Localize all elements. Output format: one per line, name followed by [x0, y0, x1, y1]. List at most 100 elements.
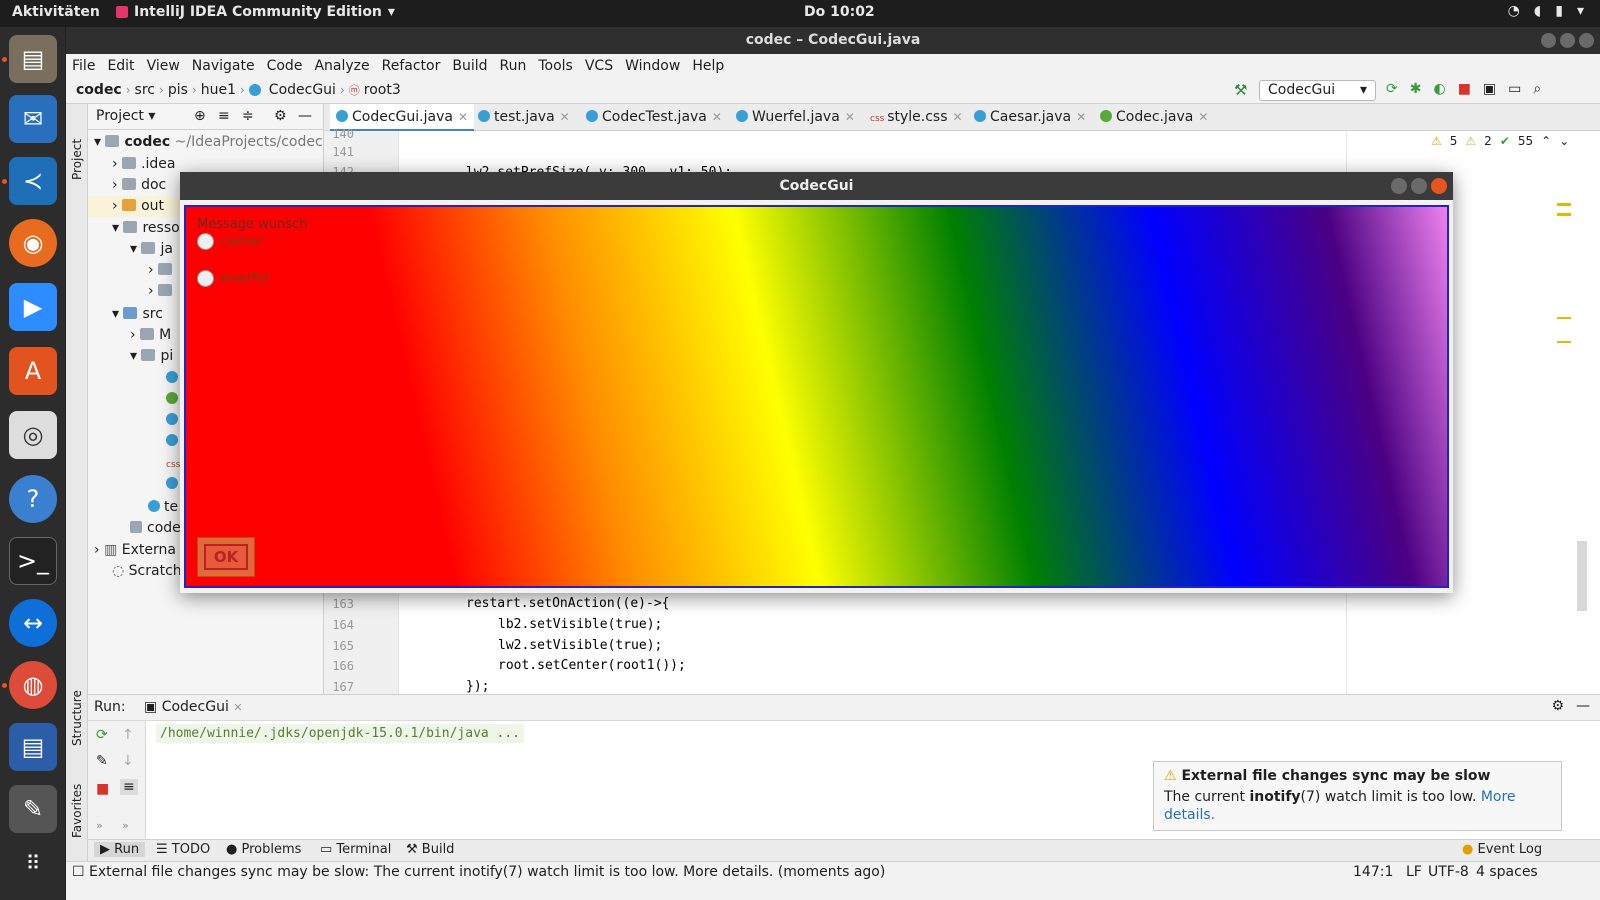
breadcrumb-pis[interactable]: pis [168, 82, 188, 98]
rerun-icon[interactable]: ⟳ [96, 727, 108, 743]
menu-code[interactable]: Code [267, 54, 309, 78]
rerun-icon[interactable]: ⟳ [1386, 81, 1398, 97]
editor-scrollbar[interactable] [1577, 541, 1587, 611]
terminal-icon[interactable]: >_ [9, 537, 57, 585]
stop-icon[interactable]: ■ [96, 781, 109, 797]
show-apps-icon[interactable]: ⠿ [9, 839, 57, 887]
help-icon[interactable]: ? [9, 475, 57, 523]
tab-test[interactable]: test.java ✕ [472, 104, 576, 131]
activities-button[interactable]: Aktivitäten [12, 4, 100, 20]
breadcrumb-class[interactable]: CodecGui [269, 82, 336, 98]
more-icon[interactable]: » [122, 819, 129, 832]
tree-item[interactable]: ▾ pi [130, 346, 173, 367]
layout-icon[interactable]: ▭ [1508, 81, 1521, 97]
inspection-widget[interactable]: ⚠ 5 ⚠ 2 ✔ 55 ⌃ ⌄ [1431, 134, 1569, 148]
arrow-up-icon[interactable]: ↑ [122, 727, 134, 743]
menu-help[interactable]: Help [692, 54, 730, 78]
zoom-icon[interactable]: ▶ [9, 283, 57, 331]
app-menu[interactable]: IntelliJ IDEA Community Edition ▾ [116, 4, 395, 20]
css-file-icon[interactable]: css [166, 453, 180, 474]
search-icon[interactable]: ⌕ [1533, 81, 1541, 97]
event-log-button[interactable]: ● Event Log [1462, 842, 1542, 857]
breadcrumb-src[interactable]: src [135, 82, 155, 98]
stop-icon[interactable]: ■ [1458, 81, 1471, 97]
favorites-tool-button[interactable]: Favorites [70, 784, 84, 838]
project-tool-button[interactable]: Project [70, 139, 84, 180]
close-button[interactable] [1431, 178, 1447, 194]
hide-icon[interactable]: — [1576, 698, 1590, 714]
gear-icon[interactable]: ⚙ [274, 108, 287, 124]
notification-balloon[interactable]: ⚠ External file changes sync may be slow… [1153, 761, 1562, 831]
text-editor-icon[interactable]: ✎ [9, 785, 57, 833]
chrome-icon[interactable]: ◍ [9, 661, 57, 709]
expand-all-icon[interactable]: ≡ [218, 108, 230, 124]
menu-tools[interactable]: Tools [538, 54, 579, 78]
locate-icon[interactable]: ⊕ [194, 108, 206, 124]
codecgui-titlebar[interactable]: CodecGui [180, 172, 1453, 200]
chevron-down-icon[interactable]: ⌄ [1559, 134, 1569, 148]
radio-wuerfel-label[interactable]: wuerfel [220, 271, 268, 286]
menu-navigate[interactable]: Navigate [192, 54, 261, 78]
project-structure-icon[interactable]: ▣ [1483, 81, 1496, 97]
tree-item[interactable]: ▾ src [112, 304, 163, 325]
minimize-button[interactable] [1541, 33, 1556, 48]
tree-item[interactable]: › doc [112, 175, 166, 196]
tab-style-css[interactable]: css style.css ✕ [864, 104, 969, 131]
tool-tab-problems[interactable]: ● Problems [226, 842, 301, 857]
tool-tab-terminal[interactable]: ▭ Terminal [320, 842, 391, 857]
close-button[interactable] [1579, 33, 1594, 48]
menu-build[interactable]: Build [452, 54, 493, 78]
build-hammer-icon[interactable]: ⚒ [1234, 81, 1247, 99]
maximize-button[interactable] [1411, 178, 1427, 194]
tool-tab-build[interactable]: ⚒ Build [406, 842, 454, 857]
tree-item[interactable]: ◌ Scratch [112, 561, 182, 582]
tree-item-root[interactable]: ▾ codec ~/IdeaProjects/codec [94, 132, 323, 153]
tab-codectest[interactable]: CodecTest.java ✕ [580, 104, 728, 131]
more-icon[interactable]: » [96, 819, 103, 832]
status-message[interactable]: ☐ External file changes sync may be slow… [72, 864, 885, 880]
radio-wuerfel[interactable] [197, 270, 214, 287]
minimize-button[interactable] [1391, 178, 1407, 194]
window-titlebar[interactable]: codec – CodecGui.java [66, 27, 1600, 54]
run-tab-codecgui[interactable]: ▣ CodecGui ✕ [144, 699, 243, 715]
software-center-icon[interactable]: A [9, 347, 57, 395]
menu-run[interactable]: Run [500, 54, 533, 78]
system-tray[interactable]: ◔ ◖ ▮ ▾ [1508, 3, 1584, 19]
menu-analyze[interactable]: Analyze [314, 54, 375, 78]
tree-item[interactable]: › .idea [112, 154, 175, 175]
warning-marker[interactable] [1557, 317, 1571, 319]
project-view-select[interactable]: Project ▾ [96, 108, 155, 124]
tree-item[interactable]: › [148, 260, 177, 281]
tool-tab-todo[interactable]: ☰ TODO [156, 842, 210, 857]
line-separator[interactable]: LF [1406, 864, 1422, 880]
tool-tab-run[interactable]: ▶ Run [94, 842, 146, 857]
vscode-icon[interactable]: ≺ [9, 157, 57, 205]
tab-codec[interactable]: Codec.java ✕ [1094, 104, 1214, 131]
menu-file[interactable]: File [72, 54, 101, 78]
run-configuration-select[interactable]: CodecGui ▾ [1259, 80, 1376, 101]
breadcrumb-hue1[interactable]: hue1 [201, 82, 236, 98]
caret-position[interactable]: 147:1 [1353, 864, 1393, 880]
tree-item[interactable]: › ▥ Externa [94, 540, 176, 561]
wrench-icon[interactable]: ✎ [96, 753, 108, 769]
radio-caesar-label[interactable]: caesar [220, 234, 263, 249]
menu-edit[interactable]: Edit [107, 54, 140, 78]
firefox-icon[interactable]: ◉ [9, 219, 57, 267]
tree-item[interactable]: te [148, 497, 178, 518]
maximize-button[interactable] [1560, 33, 1575, 48]
clock[interactable]: Do 10:02 [804, 4, 875, 20]
collapse-all-icon[interactable]: ≑ [242, 108, 254, 124]
breadcrumb-project[interactable]: codec [76, 82, 122, 98]
warning-marker[interactable] [1557, 341, 1571, 343]
hide-icon[interactable]: — [298, 108, 312, 124]
warning-marker[interactable] [1557, 203, 1571, 206]
coverage-icon[interactable]: ◐ [1433, 81, 1445, 97]
ok-button[interactable]: OK [197, 537, 255, 577]
files-icon[interactable]: ▤ [9, 35, 57, 83]
tree-item[interactable]: ▾ resso [112, 218, 180, 239]
teamviewer-icon[interactable]: ↔ [9, 599, 57, 647]
soft-wrap-icon[interactable]: ≡ [120, 779, 138, 795]
thunderbird-icon[interactable]: ✉ [9, 95, 57, 143]
tree-item[interactable]: › [148, 281, 177, 302]
radio-caesar[interactable] [197, 233, 214, 250]
